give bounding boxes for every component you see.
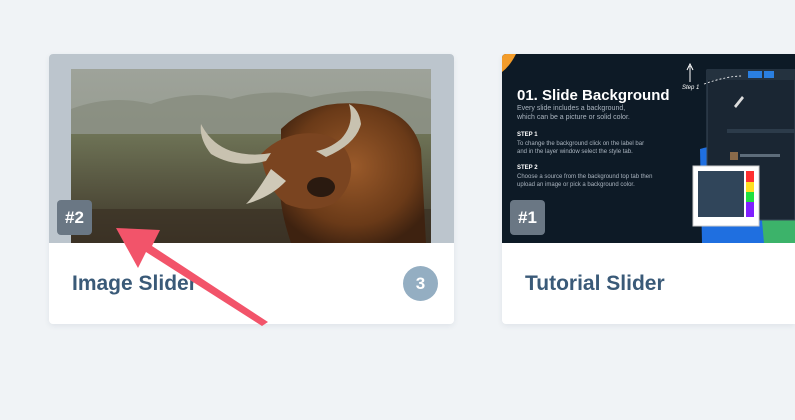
- slider-thumbnail[interactable]: #2: [49, 54, 454, 243]
- slider-title[interactable]: Image Slider: [72, 272, 197, 296]
- tutorial-intro-line: Every slide includes a background,: [517, 105, 626, 112]
- slider-thumbnail[interactable]: Step 1 01. Slide Background Every slide …: [502, 54, 795, 243]
- tutorial-step-callout: Step 1: [682, 85, 700, 91]
- tutorial-step1-text: and in the layer window select the style…: [517, 149, 633, 155]
- tutorial-step1-text: To change the background click on the la…: [517, 141, 645, 147]
- tutorial-step2-text: upload an image or pick a background col…: [517, 182, 635, 188]
- slide-count-badge: 3: [403, 266, 438, 301]
- slider-card-image-slider[interactable]: #2 Image Slider 3: [49, 54, 454, 324]
- tutorial-intro-line: which can be a picture or solid color.: [517, 114, 630, 121]
- slider-id-badge: #2: [57, 200, 92, 235]
- tutorial-step1-label: STEP 1: [517, 132, 538, 138]
- tutorial-step2-text: Choose a source from the background top …: [517, 174, 653, 180]
- tutorial-heading: 01. Slide Background: [517, 87, 670, 104]
- highland-cow-photo: [71, 69, 431, 243]
- tutorial-step2-label: STEP 2: [517, 165, 538, 171]
- slider-card-tutorial-slider[interactable]: Step 1 01. Slide Background Every slide …: [502, 54, 795, 324]
- slider-title[interactable]: Tutorial Slider: [525, 272, 665, 296]
- slider-id-badge: #1: [510, 200, 545, 235]
